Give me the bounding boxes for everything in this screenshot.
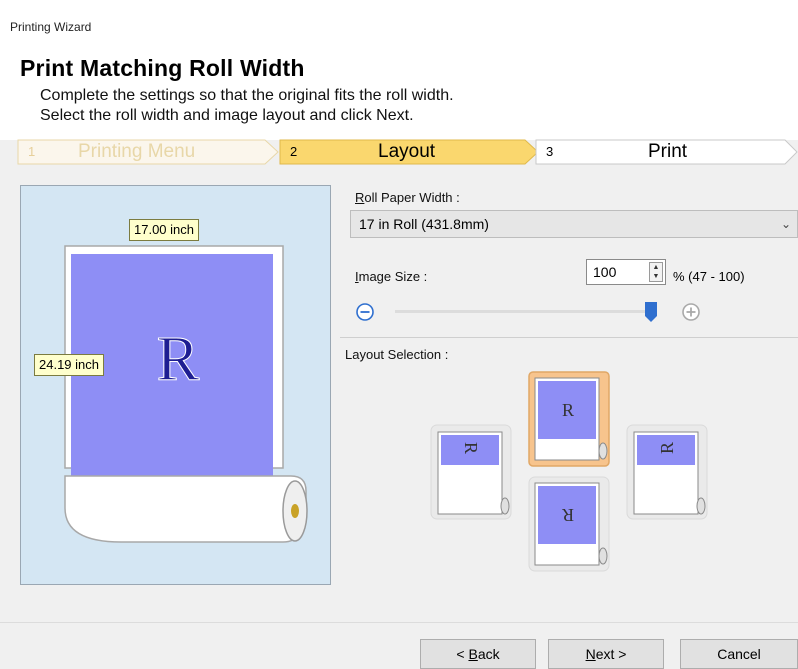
layout-option-rotate-left[interactable]: R: [430, 424, 512, 520]
image-size-spinner[interactable]: 100 ▲ ▼: [586, 259, 666, 285]
chevron-down-icon: ⌄: [780, 217, 791, 231]
layout-letter: R: [657, 442, 677, 455]
layout-selection-label: Layout Selection :: [345, 347, 449, 362]
description-line-1: Complete the settings so that the origin…: [40, 87, 454, 104]
accelerator-key: R: [355, 190, 365, 205]
image-size-range: % (47 - 100): [673, 269, 745, 284]
layout-option-upright-selected[interactable]: R: [528, 371, 610, 467]
button-text: ack: [477, 646, 500, 662]
step-label: Printing Menu: [78, 141, 196, 162]
layout-option-upside-down[interactable]: R: [528, 476, 610, 572]
accelerator-key: N: [585, 646, 596, 662]
wizard-steps: 1 Printing Menu 2 Layout 3 Print: [0, 139, 798, 165]
height-dimension-label: 24.19 inch: [34, 354, 104, 376]
page-title: Print Matching Roll Width: [20, 55, 305, 81]
image-size-value: 100: [593, 264, 617, 280]
label-text: oll Paper Width :: [364, 190, 460, 205]
roll-paper-width-dropdown[interactable]: 17 in Roll (431.8mm) ⌄: [350, 210, 798, 238]
image-size-label: Image Size :: [355, 269, 427, 284]
footer-divider: [0, 622, 798, 623]
selected-value: 17 in Roll (431.8mm): [359, 216, 489, 232]
zoom-out-button[interactable]: [355, 302, 375, 322]
step-label: Print: [648, 141, 688, 162]
layout-letter: R: [562, 505, 575, 525]
layout-option-rotate-right[interactable]: R: [626, 424, 708, 520]
up-down-arrows-icon[interactable]: ▲ ▼: [649, 262, 663, 282]
image-size-slider[interactable]: [391, 302, 657, 322]
roll-paper-width-label: Roll Paper Width :: [355, 190, 460, 205]
step-number: 3: [546, 144, 554, 159]
zoom-in-button[interactable]: [681, 302, 701, 322]
button-text: ext >: [595, 646, 627, 662]
window-title: Printing Wizard: [10, 20, 92, 34]
label-text: mage Size :: [358, 269, 428, 284]
step-printing-menu: 1 Printing Menu: [18, 139, 280, 165]
step-number: 2: [290, 144, 298, 159]
step-print: 3 Print: [536, 139, 798, 165]
cancel-button[interactable]: Cancel: [680, 639, 798, 669]
accelerator-key: B: [468, 646, 478, 662]
next-button[interactable]: Next >: [548, 639, 664, 669]
description-line-2: Select the roll width and image layout a…: [40, 107, 414, 124]
step-layout: 2 Layout: [280, 139, 538, 165]
preview-letter: R: [156, 323, 200, 394]
layout-letter: R: [461, 441, 481, 454]
section-divider: [340, 337, 798, 338]
wizard-header: Printing Wizard Print Matching Roll Widt…: [0, 0, 798, 140]
step-number: 1: [28, 144, 36, 159]
image-size-slider-area: [355, 298, 710, 326]
back-button[interactable]: < Back: [420, 639, 536, 669]
layout-letter: R: [561, 400, 574, 420]
step-label: Layout: [378, 141, 436, 162]
print-preview-panel: 17.00 inch 24.19 inch R: [20, 185, 331, 585]
button-text: <: [456, 646, 469, 662]
width-dimension-label: 17.00 inch: [129, 219, 199, 241]
